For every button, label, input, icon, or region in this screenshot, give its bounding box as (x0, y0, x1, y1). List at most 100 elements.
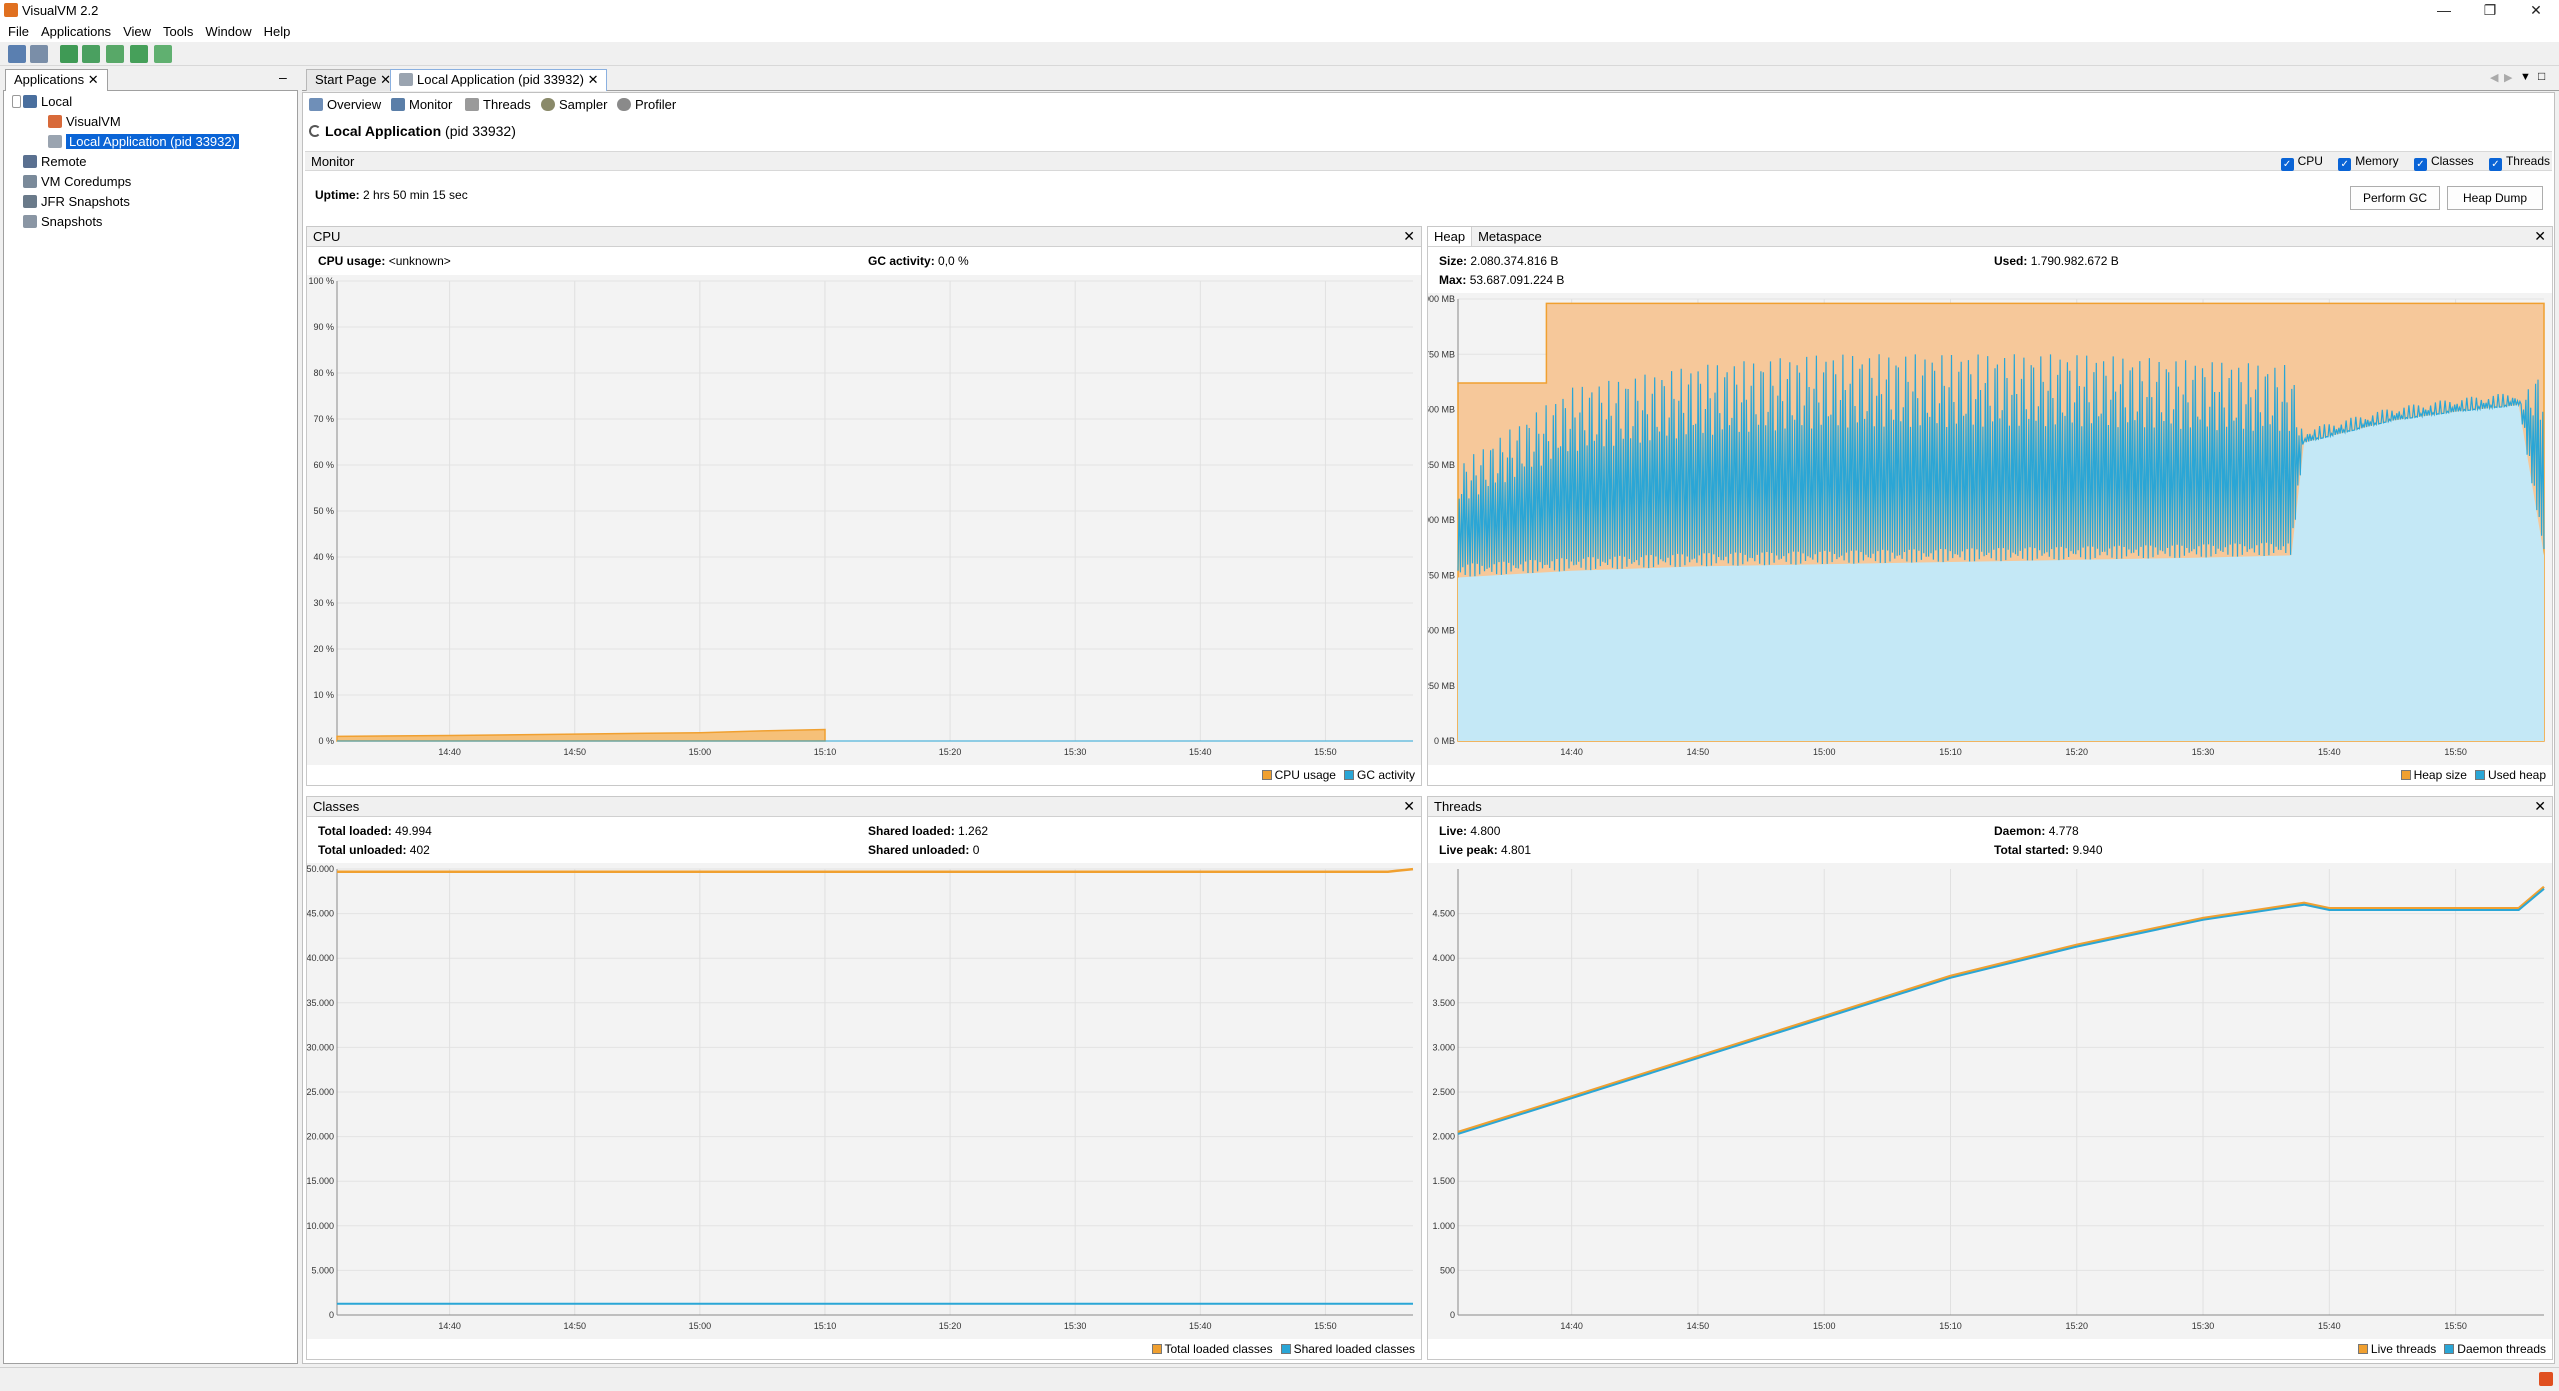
snapshot-icon (23, 215, 37, 228)
tree-item-snapshots[interactable]: Snapshots (12, 212, 297, 232)
java-app-icon (48, 135, 62, 148)
jfr-icon (23, 195, 37, 208)
check-icon: ✓ (2488, 158, 2502, 171)
legend-total-loaded: Total loaded classes (1164, 1342, 1273, 1356)
y-tick-label: 0 % (318, 736, 334, 746)
threads-icon (465, 98, 479, 111)
add-coredump-icon[interactable] (106, 45, 124, 63)
live-peak-label: Live peak: (1439, 843, 1498, 857)
x-tick-label: 15:20 (939, 1321, 962, 1331)
x-tick-label: 15:40 (1189, 747, 1212, 757)
legend-swatch (2357, 1344, 2368, 1354)
add-jmx-connection-icon[interactable] (60, 45, 78, 63)
live-label: Live: (1439, 824, 1468, 838)
tree-item-vm-coredumps[interactable]: VM Coredumps (12, 172, 297, 192)
subtab-threads-label: Threads (483, 97, 531, 112)
tab-start-page[interactable]: Start Page ✕ (306, 69, 400, 91)
y-tick-label: 20 % (313, 644, 334, 654)
classes-checkbox[interactable]: ✓ Classes (2402, 154, 2474, 171)
close-icon[interactable]: ✕ (2534, 227, 2546, 246)
window-title: VisualVM 2.2 (22, 3, 99, 18)
legend-swatch (1343, 770, 1354, 780)
heap-panel-header: Heap Metaspace ✕ (1428, 227, 2552, 247)
scroll-left-icon[interactable]: ◀ (2490, 71, 2498, 84)
shared-unloaded-stat: Shared unloaded: 0 (868, 843, 979, 857)
close-icon[interactable]: ✕ (588, 72, 599, 87)
legend-shared-loaded: Shared loaded classes (1293, 1342, 1415, 1356)
legend-gc-activity: GC activity (1356, 768, 1415, 782)
heap-dump-button[interactable]: Heap Dump (2447, 186, 2543, 210)
x-tick-label: 15:50 (2444, 747, 2467, 757)
subtab-threads[interactable]: Threads (465, 96, 531, 114)
subtab-profiler[interactable]: Profiler (617, 96, 676, 114)
tree-item-remote[interactable]: Remote (12, 152, 297, 172)
y-tick-label: 4.000 (1432, 953, 1455, 963)
total-unloaded-value: 402 (409, 843, 430, 857)
daemon-label: Daemon: (1994, 824, 2046, 838)
x-tick-label: 15:30 (1064, 1321, 1087, 1331)
heap-max-value: 53.687.091.224 B (1469, 273, 1565, 287)
maximize-icon[interactable]: □ (2538, 69, 2545, 83)
x-tick-label: 14:50 (563, 1321, 586, 1331)
subtab-overview[interactable]: Overview (309, 96, 381, 114)
left-tab-strip: Applications ✕ – (3, 67, 298, 91)
menu-window[interactable]: Window (199, 22, 257, 42)
memory-checkbox[interactable]: ✓ Memory (2326, 154, 2399, 171)
tab-metaspace[interactable]: Metaspace (1472, 227, 1548, 246)
tab-heap[interactable]: Heap (1428, 227, 1473, 246)
applications-panel: Local VisualVM Local Application (pid 33… (3, 67, 298, 1364)
heap-used-value: 1.790.982.672 B (2030, 254, 2119, 268)
minimize-panel-icon[interactable]: – (279, 69, 287, 85)
tree-item-local[interactable]: Local (12, 92, 297, 112)
open-snapshot-icon[interactable] (30, 45, 48, 63)
restore-icon[interactable]: ❐ (2467, 0, 2513, 22)
y-tick-label: 10 % (313, 690, 334, 700)
y-tick-label: 70 % (313, 414, 334, 424)
x-tick-label: 15:40 (2318, 747, 2341, 757)
classes-chart: 0 5.000 10.000 15.000 20.000 25.000 30.000 35.0… (307, 863, 1421, 1339)
tab-applications[interactable]: Applications ✕ (5, 69, 108, 91)
tree-item-visualvm[interactable]: VisualVM (12, 112, 297, 132)
thread-dump-toolbar-icon[interactable] (154, 45, 172, 63)
check-icon: ✓ (2280, 158, 2294, 171)
heap-dump-toolbar-icon[interactable] (130, 45, 148, 63)
tab-local-application[interactable]: Local Application (pid 33932) ✕ (390, 69, 608, 91)
notification-icon[interactable] (2539, 1372, 2553, 1386)
legend-daemon-threads: Daemon threads (2457, 1342, 2546, 1356)
close-icon[interactable]: ✕ (1403, 227, 1415, 246)
add-remote-host-icon[interactable] (82, 45, 100, 63)
load-application-icon[interactable] (8, 45, 26, 63)
close-icon[interactable]: ✕ (88, 72, 99, 87)
tab-start-page-label: Start Page (315, 72, 377, 87)
close-icon[interactable]: ✕ (2513, 0, 2559, 22)
subtab-sampler[interactable]: Sampler (541, 96, 607, 114)
network-icon (23, 155, 37, 168)
legend-swatch (2474, 770, 2485, 780)
y-tick-label: 50.000 (307, 864, 334, 874)
menu-tools[interactable]: Tools (157, 22, 199, 42)
menu-view[interactable]: View (117, 22, 157, 42)
cpu-checkbox[interactable]: ✓ CPU (2269, 154, 2323, 171)
close-icon[interactable]: ✕ (1403, 797, 1415, 816)
menu-applications[interactable]: Applications (35, 22, 117, 42)
menu-file[interactable]: File (0, 22, 35, 42)
subtab-monitor[interactable]: Monitor (391, 96, 452, 114)
close-icon[interactable]: ✕ (2534, 797, 2546, 816)
minimize-icon[interactable]: — (2421, 0, 2467, 22)
cpu-panel-title: CPU (313, 229, 341, 244)
tree-item-jfr-snapshots[interactable]: JFR Snapshots (12, 192, 297, 212)
monitor-bar: Monitor ✓ CPU ✓ Memory ✓ Classes ✓ Threads (305, 151, 2552, 171)
uptime-value: 2 hrs 50 min 15 sec (363, 188, 468, 202)
monitor-checkboxes: ✓ CPU ✓ Memory ✓ Classes ✓ Threads (2269, 154, 2550, 171)
perform-gc-button[interactable]: Perform GC (2350, 186, 2440, 210)
tab-local-application-label: Local Application (pid 33932) (417, 72, 584, 87)
threads-checkbox[interactable]: ✓ Threads (2477, 154, 2550, 171)
profiler-icon (617, 98, 631, 111)
y-tick-label: 40 % (313, 552, 334, 562)
y-tick-label: 20.000 (307, 1132, 334, 1142)
menu-help[interactable]: Help (258, 22, 297, 42)
tree-item-local-application[interactable]: Local Application (pid 33932) (12, 132, 297, 152)
scroll-right-icon[interactable]: ▶ (2504, 71, 2512, 84)
computer-icon (23, 95, 37, 108)
tab-list-dropdown-icon[interactable]: ▼ (2520, 71, 2531, 83)
